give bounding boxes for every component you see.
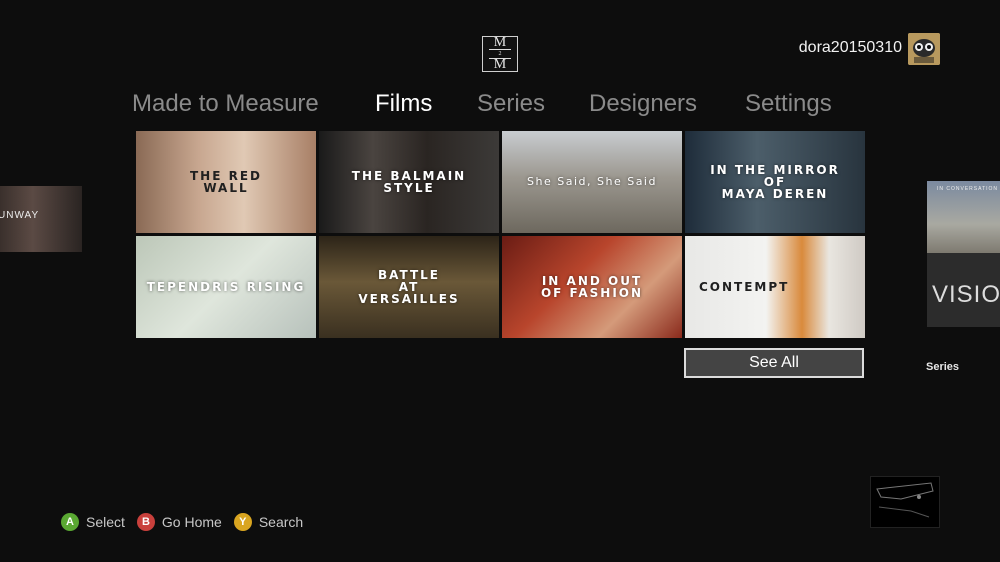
controller-hints: A Select B Go Home Y Search	[61, 512, 315, 532]
logo-top-letter: M	[493, 35, 507, 50]
hint-label: Search	[258, 514, 304, 530]
film-tile-tependris-rising[interactable]: TEPENDRIS RISING	[136, 236, 316, 338]
nav-series[interactable]: Series	[477, 90, 545, 118]
nav-films[interactable]: Films	[375, 90, 432, 118]
main-nav: Made to Measure Films Series Designers S…	[0, 90, 1000, 122]
film-tile-red-wall[interactable]: THE RED WALL	[136, 131, 316, 233]
avatar[interactable]	[908, 33, 940, 65]
next-section-title: VISIONA	[932, 281, 1000, 308]
film-tile-balmain-style[interactable]: THE BALMAIN STYLE	[319, 131, 499, 233]
next-section-preview[interactable]: IN CONVERSATION VISIONA	[927, 181, 1000, 327]
film-tile-she-said[interactable]: She Said, She Said	[502, 131, 682, 233]
see-all-button[interactable]: See All	[684, 348, 864, 378]
film-tile-in-and-out-of-fashion[interactable]: IN AND OUT OF FASHION	[502, 236, 682, 338]
hint-search[interactable]: Y Search	[233, 513, 304, 531]
film-title: CONTEMPT	[699, 280, 790, 294]
film-tile-mirror-maya-deren[interactable]: IN THE MIRROR OF MAYA DEREN	[685, 131, 865, 233]
m2m-logo: M 2 M	[482, 36, 518, 72]
films-grid: THE RED WALL THE BALMAIN STYLE She Said,…	[136, 131, 866, 339]
hint-label: Select	[86, 514, 125, 530]
film-title: IN THE MIRROR OF MAYA DEREN	[710, 163, 840, 201]
video-preview-thumbnail	[870, 476, 940, 528]
hint-label: Go Home	[161, 514, 222, 530]
prev-section-preview[interactable]: UNWAY	[0, 186, 82, 252]
film-title: IN AND OUT OF FASHION	[540, 274, 644, 300]
film-title: THE BALMAIN STYLE	[351, 169, 467, 195]
next-section-label: Series	[926, 361, 960, 373]
film-tile-contempt[interactable]: CONTEMPT	[685, 236, 865, 338]
hint-go-home[interactable]: B Go Home	[136, 513, 222, 531]
film-tile-battle-versailles[interactable]: BATTLE AT VERSAILLES	[319, 236, 499, 338]
nav-settings[interactable]: Settings	[745, 90, 832, 118]
a-button-icon: A	[61, 513, 79, 531]
prev-section-label: UNWAY	[0, 210, 40, 221]
b-button-icon: B	[136, 513, 155, 531]
logo-bottom-letter: M	[493, 57, 507, 72]
hint-select[interactable]: A Select	[61, 513, 125, 531]
gamertag: dora20150310	[798, 39, 902, 56]
nav-made-to-measure[interactable]: Made to Measure	[132, 90, 319, 118]
y-button-icon: Y	[233, 513, 252, 531]
film-title: BATTLE AT VERSAILLES	[358, 268, 460, 306]
film-title: She Said, She Said	[527, 175, 657, 188]
film-title: TEPENDRIS RISING	[146, 280, 306, 294]
nav-designers[interactable]: Designers	[589, 90, 697, 118]
film-title: THE RED WALL	[189, 169, 262, 195]
next-section-caption: IN CONVERSATION	[937, 186, 999, 192]
